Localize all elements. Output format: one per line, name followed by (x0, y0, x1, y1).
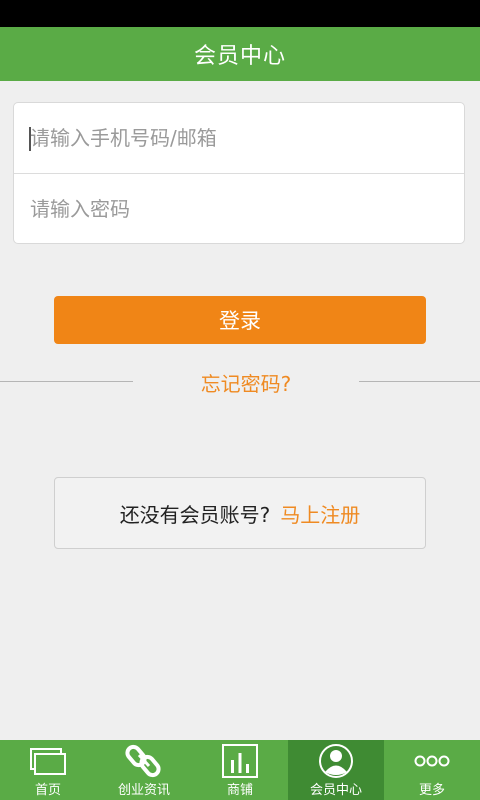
password-field-row (14, 174, 464, 244)
header: 会员中心 (0, 27, 480, 81)
text-caret (29, 127, 31, 151)
tab-member-center[interactable]: 会员中心 (288, 740, 384, 800)
forgot-password-row: 忘记密码? (0, 366, 480, 398)
register-box: 还没有会员账号? 马上注册 (54, 477, 426, 549)
register-link[interactable]: 马上注册 (280, 499, 360, 528)
password-input[interactable] (30, 189, 440, 229)
home-icon (28, 744, 68, 778)
tab-home[interactable]: 首页 (0, 740, 96, 800)
chart-icon (220, 744, 260, 778)
tab-shops[interactable]: 商铺 (192, 740, 288, 800)
status-bar (0, 0, 480, 27)
login-button[interactable]: 登录 (54, 296, 426, 344)
tab-label-news: 创业资讯 (117, 783, 170, 798)
bottom-tab-bar: 首页 创业资讯 商铺 会员中心 更多 (0, 740, 480, 800)
account-input[interactable] (30, 118, 440, 158)
divider-line-right (359, 381, 480, 382)
tab-label-more: 更多 (418, 783, 445, 798)
user-icon (316, 744, 356, 778)
tab-label-shops: 商铺 (226, 783, 253, 798)
more-icon (412, 744, 452, 778)
tab-more[interactable]: 更多 (384, 740, 480, 800)
register-prompt: 还没有会员账号? (119, 502, 271, 527)
forgot-password-link[interactable]: 忘记密码? (133, 366, 359, 398)
login-card (13, 102, 465, 244)
page-title: 会员中心 (193, 44, 286, 69)
tab-label-home: 首页 (34, 783, 61, 798)
tab-label-member-center: 会员中心 (309, 783, 362, 798)
link-icon (124, 744, 164, 778)
tab-news[interactable]: 创业资讯 (96, 740, 192, 800)
account-field-row (14, 103, 464, 173)
divider-line-left (0, 381, 133, 382)
